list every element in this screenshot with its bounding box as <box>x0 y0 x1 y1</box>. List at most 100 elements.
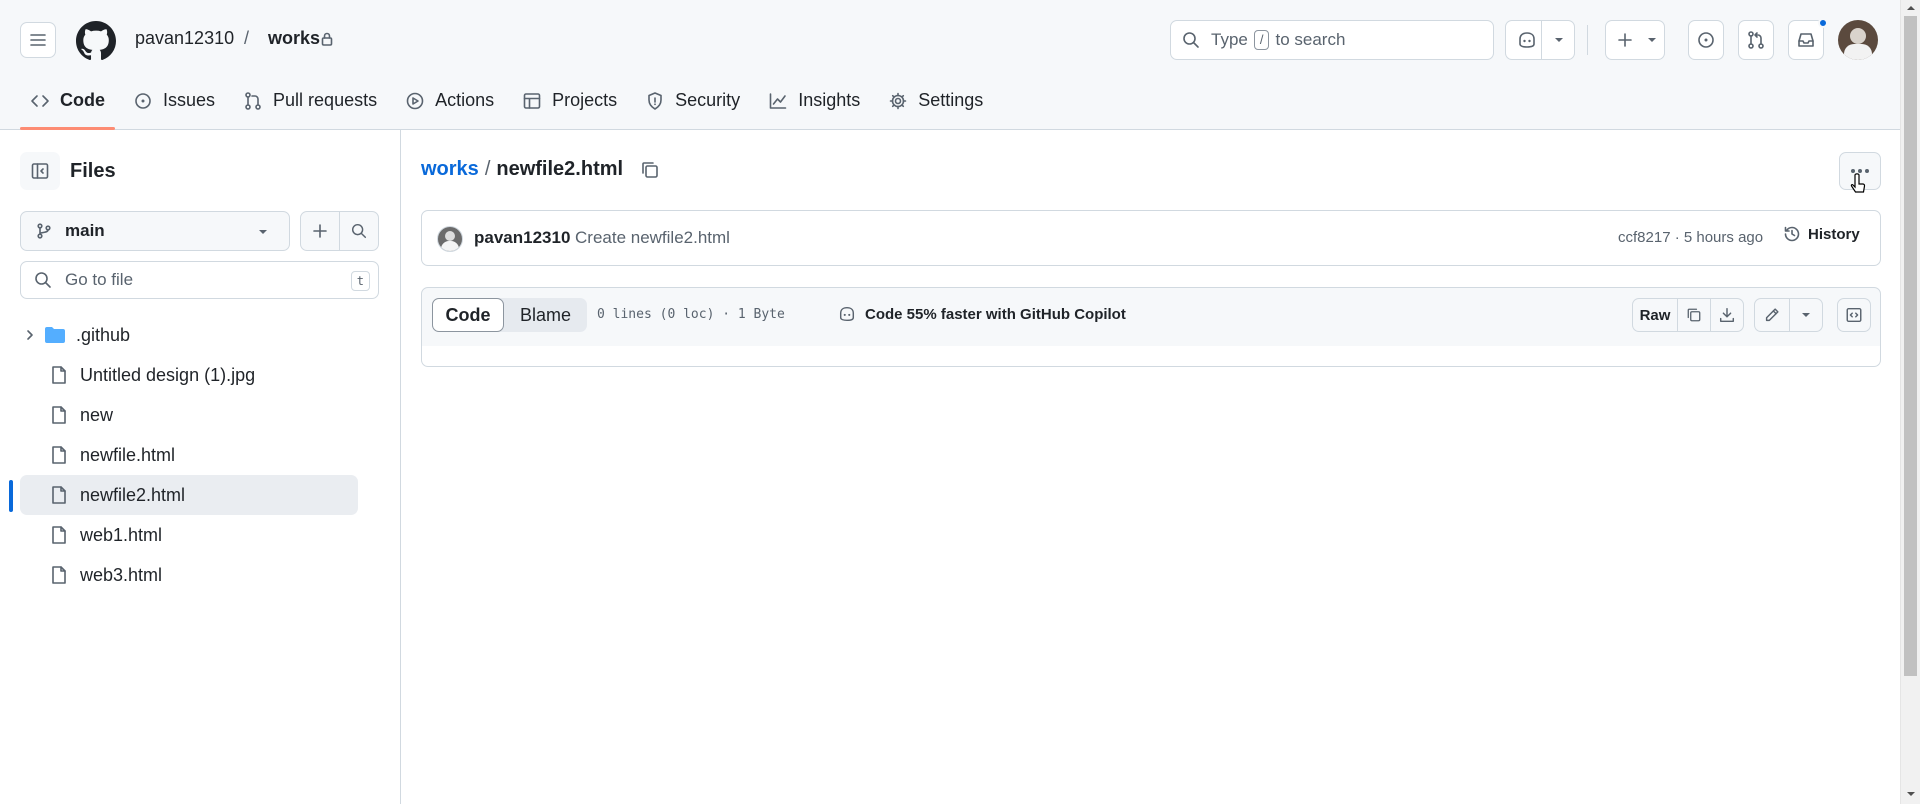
commit-message[interactable]: Create newfile2.html <box>575 228 730 248</box>
tree-item-file[interactable]: newfile.html <box>20 435 358 475</box>
download-icon <box>1719 307 1735 323</box>
tree-item-label: web3.html <box>80 564 163 585</box>
tree-item-file[interactable]: web3.html <box>20 555 358 595</box>
plus-icon <box>313 224 327 238</box>
file-icon <box>52 446 66 464</box>
copy-raw-button[interactable] <box>1677 298 1711 332</box>
search-files-button[interactable] <box>339 211 379 251</box>
history-label: History <box>1808 225 1860 243</box>
tab-security[interactable]: Security <box>635 84 750 130</box>
file-icon <box>52 566 66 584</box>
repo-link[interactable]: works <box>268 28 320 49</box>
download-button[interactable] <box>1710 298 1744 332</box>
selected-item-marker <box>9 480 13 512</box>
lock-icon <box>321 32 333 46</box>
hamburger-icon <box>30 34 46 46</box>
tab-insights[interactable]: Insights <box>758 84 870 130</box>
tab-settings[interactable]: Settings <box>878 84 993 130</box>
breadcrumb-separator: / <box>244 28 250 48</box>
repo-nav: Code Issues Pull requests Actions Projec… <box>20 84 1001 130</box>
issue-opened-icon <box>1698 32 1714 48</box>
edit-file-button[interactable] <box>1754 298 1790 332</box>
search-label: Type <box>1211 30 1248 49</box>
plus-icon <box>1618 33 1632 47</box>
file-icon <box>52 486 66 504</box>
history-button[interactable]: History <box>1782 224 1860 244</box>
tab-code[interactable]: Code <box>20 84 115 130</box>
latest-commit-box: pavan12310 Create newfile2.html ccf8217 … <box>421 210 1881 266</box>
go-to-file-input[interactable]: Go to file t <box>20 261 379 299</box>
file-tree-sidebar: Files main Go to file t .github Untitled… <box>0 130 401 804</box>
tab-pull-requests[interactable]: Pull requests <box>233 84 387 130</box>
commit-meta[interactable]: ccf8217 · 5 hours ago <box>1618 229 1763 246</box>
pull-request-icon <box>245 92 261 110</box>
add-file-button[interactable] <box>300 211 340 251</box>
copy-path-icon[interactable] <box>639 159 661 181</box>
blame-view-tab[interactable]: Blame <box>504 298 587 332</box>
graph-icon <box>769 93 787 109</box>
copilot-promo[interactable]: Code 55% faster with GitHub Copilot <box>837 305 1126 323</box>
tab-projects[interactable]: Projects <box>512 84 627 130</box>
commit-author-avatar[interactable] <box>437 226 463 252</box>
menu-button[interactable] <box>20 22 56 58</box>
tree-item-label: web1.html <box>80 524 163 545</box>
file-breadcrumb: works / newfile2.html <box>421 158 661 181</box>
tree-item-file-selected[interactable]: newfile2.html <box>20 475 358 515</box>
tree-item-file[interactable]: Untitled design (1).jpg <box>20 355 358 395</box>
gear-icon <box>889 92 907 110</box>
tree-item-label: .github <box>76 324 131 345</box>
copilot-promo-label: Code 55% faster with GitHub Copilot <box>865 305 1126 323</box>
file-content-area <box>421 346 1881 367</box>
file-stats: 0 lines (0 loc) · 1 Byte <box>597 307 785 322</box>
tab-actions[interactable]: Actions <box>395 84 504 130</box>
scrollbar-thumb[interactable] <box>1904 16 1917 676</box>
file-name: newfile2.html <box>496 158 624 180</box>
pull-requests-button[interactable] <box>1738 20 1774 60</box>
tab-pull-requests-label: Pull requests <box>273 90 378 110</box>
branch-selector[interactable]: main <box>20 211 290 251</box>
pencil-icon <box>1765 308 1779 322</box>
tab-issues-label: Issues <box>163 90 216 110</box>
blame-view-label: Blame <box>519 304 572 325</box>
tree-item-file[interactable]: new <box>20 395 358 435</box>
breadcrumb-separator: / <box>484 158 491 180</box>
folder-icon <box>45 327 65 343</box>
code-view-tab[interactable]: Code <box>432 298 504 332</box>
copilot-icon <box>1519 32 1535 48</box>
tree-item-label: Untitled design (1).jpg <box>80 364 256 385</box>
tab-code-label: Code <box>60 90 105 110</box>
copilot-button[interactable] <box>1505 20 1575 60</box>
create-new-button[interactable] <box>1605 20 1665 60</box>
search-input[interactable]: Type / to search <box>1170 20 1494 60</box>
commit-author[interactable]: pavan12310 <box>474 228 570 248</box>
header-divider <box>1587 25 1588 55</box>
edit-options-button[interactable] <box>1789 298 1823 332</box>
code-square-icon <box>1846 307 1862 323</box>
user-avatar[interactable] <box>1838 20 1878 60</box>
page-scrollbar[interactable] <box>1900 0 1920 804</box>
file-icon <box>52 526 66 544</box>
github-logo[interactable] <box>76 21 116 61</box>
issues-button[interactable] <box>1688 20 1724 60</box>
copilot-icon <box>839 306 855 322</box>
tab-issues[interactable]: Issues <box>123 84 225 130</box>
tree-item-folder[interactable]: .github <box>20 315 358 355</box>
copy-icon <box>1687 308 1701 322</box>
search-icon <box>351 223 367 239</box>
shield-icon <box>648 92 662 110</box>
symbols-panel-button[interactable] <box>1837 298 1871 332</box>
scroll-up-arrow-icon[interactable] <box>1906 4 1916 12</box>
tree-item-label: newfile.html <box>80 444 176 465</box>
owner-link[interactable]: pavan12310 <box>135 28 234 49</box>
chevron-right-icon <box>27 330 33 340</box>
scroll-down-arrow-icon[interactable] <box>1906 790 1916 798</box>
tree-item-file[interactable]: web1.html <box>20 515 358 555</box>
sidebar-collapse-icon <box>31 163 49 179</box>
file-icon <box>52 406 66 424</box>
notification-dot <box>1818 18 1828 28</box>
collapse-sidebar-button[interactable] <box>20 152 60 190</box>
raw-button[interactable]: Raw <box>1632 298 1678 332</box>
inbox-icon <box>1798 33 1814 47</box>
breadcrumb-repo-link[interactable]: works <box>421 158 479 181</box>
play-icon <box>406 92 424 110</box>
